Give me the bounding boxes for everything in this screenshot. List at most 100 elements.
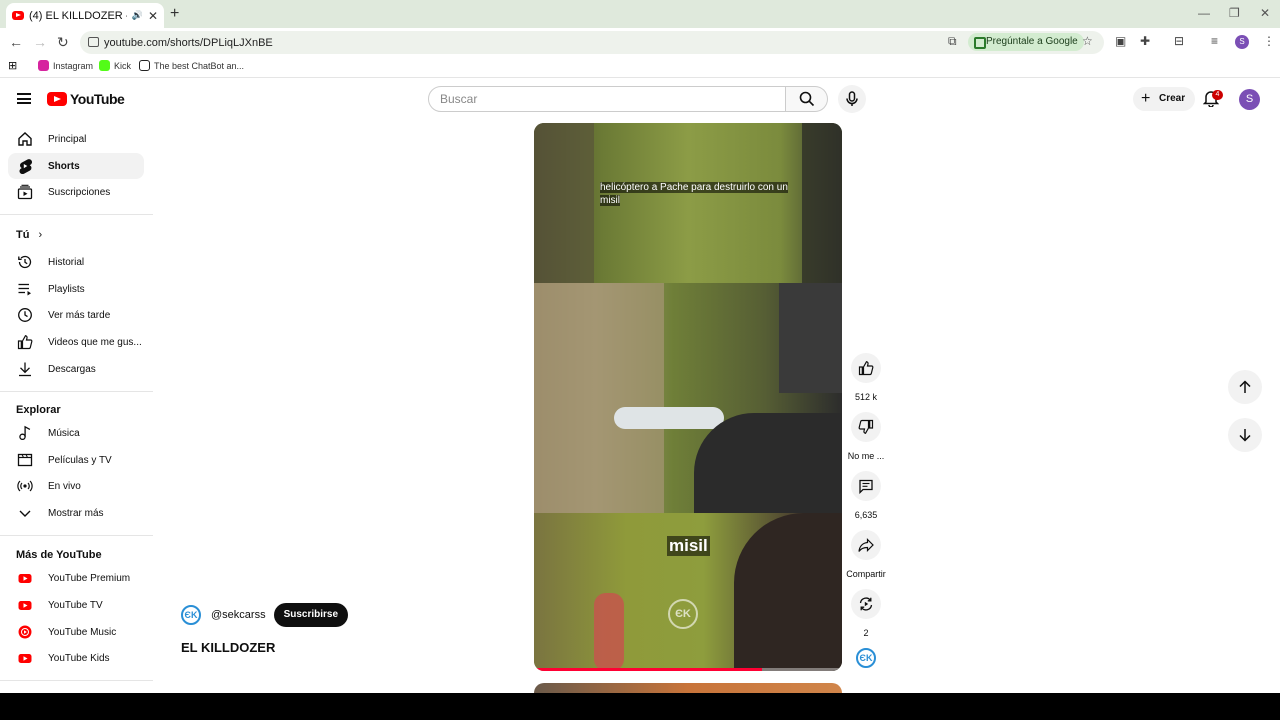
browser-menu-icon[interactable]: ⋮ xyxy=(1263,34,1275,48)
account-avatar[interactable]: S xyxy=(1239,89,1260,110)
music-icon xyxy=(19,425,31,441)
search-input[interactable]: Buscar xyxy=(428,86,786,112)
you-heading-label: Tú xyxy=(16,229,30,241)
short-title[interactable]: EL KILLDOZER xyxy=(181,640,275,655)
os-taskbar xyxy=(0,693,1280,720)
browser-profile-avatar[interactable]: S xyxy=(1235,35,1249,49)
next-short-button[interactable] xyxy=(1228,418,1262,452)
channel-avatar[interactable]: ЄK xyxy=(181,605,201,625)
cast-icon[interactable]: ⧉ xyxy=(948,34,957,49)
remix-action: 2 xyxy=(846,589,886,638)
puzzle-extensions-icon[interactable]: ✚ xyxy=(1140,34,1150,48)
previous-short-button[interactable] xyxy=(1228,370,1262,404)
menu-icon[interactable] xyxy=(17,93,31,104)
bookmark-star-icon[interactable]: ☆ xyxy=(1082,34,1093,48)
voice-search-button[interactable] xyxy=(838,85,866,113)
back-icon[interactable]: ← xyxy=(9,34,23,50)
browser-tab[interactable]: (4) EL KILLDOZER - YouTube 🔊 ✕ xyxy=(6,3,164,28)
chatbot-icon xyxy=(139,60,150,71)
new-tab-icon[interactable]: + xyxy=(170,5,179,23)
sidebar-item-musica[interactable]: Música xyxy=(8,420,144,446)
sidebar-item-ver-mas-tarde[interactable]: Ver más tarde xyxy=(8,302,144,328)
sidebar-item-label: Mostrar más xyxy=(48,507,104,519)
sidebar-item-label: Suscripciones xyxy=(48,186,111,198)
sidebar-item-en-vivo[interactable]: En vivo xyxy=(8,473,144,499)
create-button[interactable]: + Crear xyxy=(1133,87,1196,111)
apps-grid-icon[interactable]: ⊞ xyxy=(8,59,17,72)
share-button[interactable] xyxy=(851,530,881,560)
like-icon xyxy=(17,335,33,350)
chevron-right-icon: › xyxy=(38,229,43,241)
tab-search-icon[interactable]: ⊟ xyxy=(1174,34,1184,48)
sidebar-item-playlists[interactable]: Playlists xyxy=(8,276,144,302)
sidebar-item-historial[interactable]: Historial xyxy=(8,249,144,275)
youtube-premium-icon xyxy=(18,574,32,583)
close-tab-icon[interactable]: ✕ xyxy=(148,9,158,23)
sidebar-item-liked-videos[interactable]: Videos que me gus... xyxy=(8,329,144,355)
sidebar-item-label: Playlists xyxy=(48,283,85,295)
sidebar-item-suscripciones[interactable]: Suscripciones xyxy=(8,179,144,205)
bookmark-kick[interactable]: Kick xyxy=(99,60,131,71)
sidebar-item-youtube-premium[interactable]: YouTube Premium xyxy=(8,565,144,591)
sidebar-more-heading: Más de YouTube xyxy=(16,549,102,561)
bookmark-label: Instagram xyxy=(53,60,94,71)
like-button[interactable] xyxy=(851,353,881,383)
blurred-object xyxy=(594,593,624,671)
youtube-logo[interactable]: YouTube xyxy=(47,91,125,107)
dislike-button[interactable] xyxy=(851,412,881,442)
sidebar-item-youtube-kids[interactable]: YouTube Kids xyxy=(8,645,144,671)
media-controls-icon[interactable]: ≡ xyxy=(1211,34,1218,48)
sidebar-item-youtube-music[interactable]: YouTube Music xyxy=(8,619,144,645)
video-shadow xyxy=(802,123,842,283)
watermark-logo: ЄK xyxy=(668,599,698,629)
restore-icon[interactable]: ❐ xyxy=(1229,6,1240,20)
comment-icon xyxy=(859,479,873,494)
bookmark-chatbot[interactable]: The best ChatBot an... xyxy=(139,60,244,71)
reload-icon[interactable]: ↻ xyxy=(57,34,69,51)
sidebar-item-label: YouTube TV xyxy=(48,599,103,611)
kick-icon xyxy=(99,60,110,71)
channel-handle[interactable]: @sekcarss xyxy=(211,609,266,621)
history-icon xyxy=(18,255,32,269)
shorts-video-player[interactable]: ЄK helicóptero a Pache para destruirlo c… xyxy=(534,123,842,671)
sidebar-item-peliculas-tv[interactable]: Películas y TV xyxy=(8,447,144,473)
notification-badge: 4 xyxy=(1212,90,1223,100)
sidebar-item-youtube-tv[interactable]: YouTube TV xyxy=(8,592,144,618)
live-icon xyxy=(17,480,33,492)
sidebar-item-descargas[interactable]: Descargas xyxy=(8,356,144,382)
microphone-icon xyxy=(846,91,858,106)
video-caption-top: helicóptero a Pache para destruirlo con … xyxy=(600,181,790,207)
subscribe-button[interactable]: Suscribirse xyxy=(273,603,349,627)
extension-icon[interactable]: ▣ xyxy=(1115,34,1126,48)
instagram-icon xyxy=(38,60,49,71)
sidebar-divider xyxy=(0,391,153,392)
remix-count: 2 xyxy=(863,628,869,638)
site-info-icon[interactable] xyxy=(88,37,99,47)
download-icon xyxy=(19,362,31,377)
sidebar-item-shorts[interactable]: Shorts xyxy=(8,153,144,179)
audio-source-avatar[interactable]: ЄK xyxy=(856,648,876,668)
comment-count: 6,635 xyxy=(854,510,878,520)
search-button[interactable] xyxy=(786,86,828,112)
sidebar-item-label: Videos que me gus... xyxy=(48,336,142,348)
youtube-music-icon xyxy=(18,625,32,639)
close-window-icon[interactable]: ✕ xyxy=(1260,6,1270,20)
bookmark-instagram[interactable]: Instagram xyxy=(38,60,93,71)
sidebar-item-mostrar-mas[interactable]: Mostrar más xyxy=(8,500,144,526)
ask-google-button[interactable]: Pregúntale a Google xyxy=(968,33,1084,51)
sidebar-item-principal[interactable]: Principal xyxy=(8,126,144,152)
comments-button[interactable] xyxy=(851,471,881,501)
minimize-icon[interactable]: — xyxy=(1198,6,1210,20)
youtube-masthead: YouTube Buscar + Crear xyxy=(0,80,1280,120)
sidebar-item-label: Historial xyxy=(48,256,85,268)
remix-button[interactable] xyxy=(851,589,881,619)
forward-icon[interactable]: → xyxy=(33,34,47,50)
youtube-favicon-icon xyxy=(12,11,24,20)
movies-icon xyxy=(17,453,33,467)
video-progress-bar[interactable] xyxy=(534,668,842,671)
playlists-icon xyxy=(18,283,31,296)
sidebar-item-label: Descargas xyxy=(48,363,96,375)
sidebar-you-heading[interactable]: Tú › xyxy=(16,229,42,241)
subscriptions-icon xyxy=(17,184,33,200)
video-shadow xyxy=(534,123,594,283)
